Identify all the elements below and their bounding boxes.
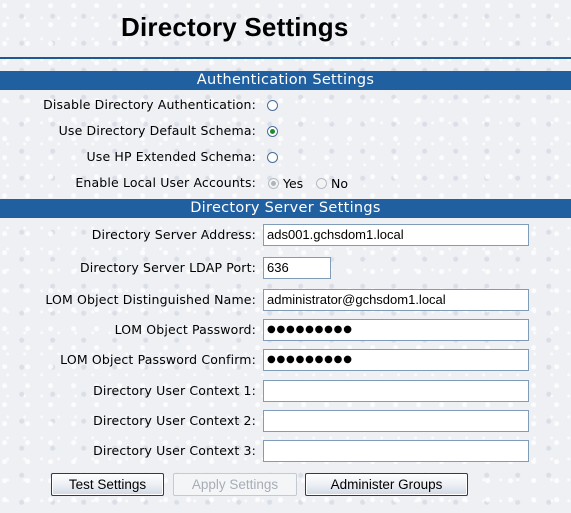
- lom-password-label: LOM Object Password:: [114, 322, 256, 337]
- lom-password-row: LOM Object Password: ●●●●●●●●●: [0, 319, 571, 345]
- user-context-3-input[interactable]: [263, 440, 529, 462]
- test-settings-button[interactable]: Test Settings: [51, 473, 164, 496]
- lom-password-input[interactable]: ●●●●●●●●●: [263, 319, 529, 341]
- user-context-2-input[interactable]: [263, 410, 529, 432]
- local-user-accounts-no-label: No: [331, 176, 348, 191]
- ldap-port-label: Directory Server LDAP Port:: [79, 260, 256, 275]
- disable-directory-auth-radio[interactable]: [267, 100, 278, 111]
- disable-directory-auth-row: Disable Directory Authentication:: [0, 94, 571, 120]
- lom-dn-input[interactable]: administrator@gchsdom1.local: [263, 289, 529, 311]
- local-user-accounts-row: Enable Local User Accounts: Yes No: [0, 172, 571, 198]
- server-address-input[interactable]: ads001.gchsdom1.local: [263, 224, 529, 246]
- hp-extended-schema-label: Use HP Extended Schema:: [86, 149, 256, 164]
- user-context-1-label: Directory User Context 1:: [93, 383, 256, 398]
- user-context-3-row: Directory User Context 3:: [0, 440, 571, 466]
- server-address-label: Directory Server Address:: [91, 227, 256, 242]
- local-user-accounts-yes-radio[interactable]: [268, 178, 279, 189]
- lom-password-confirm-label: LOM Object Password Confirm:: [60, 352, 256, 367]
- lom-password-confirm-input[interactable]: ●●●●●●●●●: [263, 349, 529, 371]
- user-context-3-label: Directory User Context 3:: [93, 443, 256, 458]
- administer-groups-button[interactable]: Administer Groups: [305, 473, 468, 496]
- server-address-row: Directory Server Address: ads001.gchsdom…: [0, 224, 571, 250]
- local-user-accounts-no-radio[interactable]: [316, 178, 327, 189]
- apply-settings-button[interactable]: Apply Settings: [173, 473, 297, 496]
- user-context-1-row: Directory User Context 1:: [0, 380, 571, 406]
- user-context-2-label: Directory User Context 2:: [93, 413, 256, 428]
- hp-extended-schema-radio[interactable]: [267, 152, 278, 163]
- local-user-accounts-label: Enable Local User Accounts:: [75, 175, 256, 190]
- user-context-2-row: Directory User Context 2:: [0, 410, 571, 436]
- ldap-port-row: Directory Server LDAP Port: 636: [0, 257, 571, 283]
- lom-dn-row: LOM Object Distinguished Name: administr…: [0, 289, 571, 315]
- ldap-port-input[interactable]: 636: [263, 257, 331, 279]
- lom-dn-label: LOM Object Distinguished Name:: [45, 292, 256, 307]
- default-schema-label: Use Directory Default Schema:: [58, 123, 256, 138]
- directory-server-settings-header: Directory Server Settings: [0, 199, 571, 218]
- lom-password-confirm-row: LOM Object Password Confirm: ●●●●●●●●●: [0, 349, 571, 375]
- user-context-1-input[interactable]: [263, 380, 529, 402]
- page-title: Directory Settings: [121, 12, 349, 42]
- title-divider: [0, 57, 571, 59]
- disable-directory-auth-label: Disable Directory Authentication:: [43, 97, 256, 112]
- hp-extended-schema-row: Use HP Extended Schema:: [0, 146, 571, 172]
- default-schema-row: Use Directory Default Schema:: [0, 120, 571, 146]
- authentication-settings-header: Authentication Settings: [0, 71, 571, 90]
- default-schema-radio[interactable]: [267, 126, 278, 137]
- local-user-accounts-yes-label: Yes: [283, 176, 304, 191]
